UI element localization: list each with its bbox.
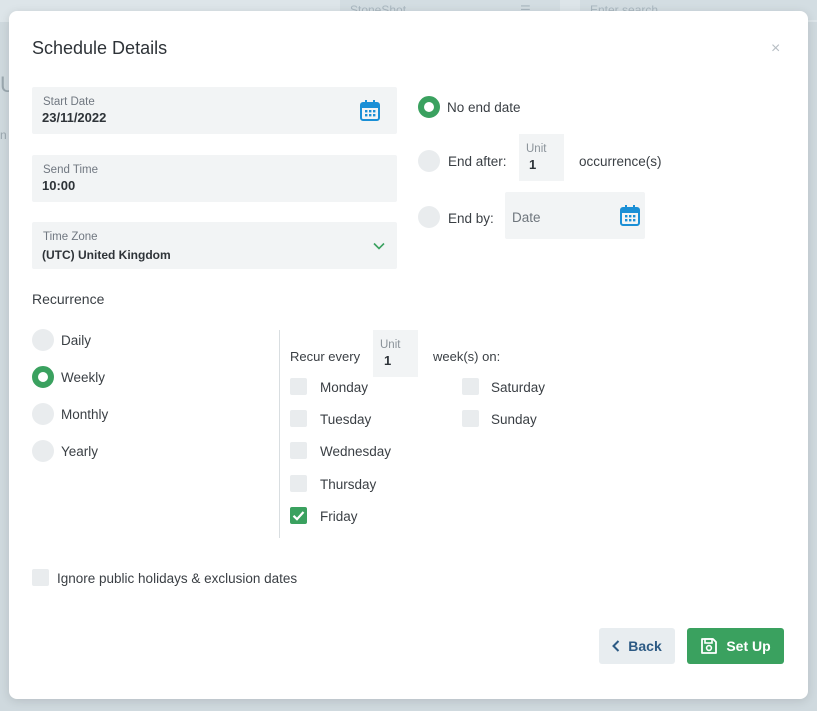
weeks-on-label: week(s) on: (433, 349, 501, 364)
no-end-date-label: No end date (447, 100, 521, 115)
end-by-radio[interactable] (418, 206, 440, 228)
modal-title: Schedule Details (32, 38, 168, 58)
send-time-value: 10:00 (42, 178, 76, 193)
schedule-details-modal: Schedule Details × Start Date 23/11/2022… (9, 11, 808, 699)
ignore-holidays-checkbox[interactable] (32, 569, 49, 586)
no-end-date-radio[interactable] (418, 96, 440, 118)
saturday-checkbox[interactable] (462, 378, 479, 395)
monday-label: Monday (320, 380, 369, 395)
wednesday-checkbox[interactable] (290, 442, 307, 459)
back-button[interactable]: Back (599, 628, 675, 664)
set-up-button-label: Set Up (726, 638, 771, 654)
close-icon[interactable]: × (771, 40, 780, 58)
calendar-icon[interactable] (620, 205, 640, 226)
recurrence-yearly-radio[interactable] (32, 440, 54, 462)
friday-label: Friday (320, 509, 358, 524)
friday-checkbox[interactable] (290, 507, 307, 524)
end-by-label: End by: (448, 211, 494, 226)
save-icon (701, 638, 718, 654)
recur-every-unit-label: Unit (380, 339, 401, 351)
chevron-down-icon[interactable] (373, 242, 385, 250)
end-after-unit-value: 1 (529, 157, 537, 172)
saturday-label: Saturday (491, 380, 546, 395)
wednesday-label: Wednesday (320, 444, 392, 459)
start-date-field[interactable]: Start Date 23/11/2022 (32, 87, 397, 134)
recur-every-unit-input[interactable]: Unit 1 (373, 330, 418, 377)
tuesday-label: Tuesday (320, 412, 372, 427)
sunday-label: Sunday (491, 412, 537, 427)
end-after-label: End after: (448, 154, 507, 169)
chevron-left-icon (612, 640, 620, 652)
end-by-date-placeholder: Date (512, 210, 541, 225)
end-after-unit-label: Unit (526, 143, 547, 155)
time-zone-label: Time Zone (43, 231, 98, 243)
back-button-label: Back (628, 638, 662, 654)
occurrences-label: occurrence(s) (579, 154, 662, 169)
sunday-checkbox[interactable] (462, 410, 479, 427)
tuesday-checkbox[interactable] (290, 410, 307, 427)
monday-checkbox[interactable] (290, 378, 307, 395)
thursday-checkbox[interactable] (290, 475, 307, 492)
recurrence-weekly-radio[interactable] (32, 366, 54, 388)
checkmark-icon (292, 511, 305, 521)
recurrence-heading: Recurrence (32, 291, 105, 307)
send-time-field[interactable]: Send Time 10:00 (32, 155, 397, 202)
recur-every-label: Recur every (290, 349, 361, 364)
background-text-fragment: n (0, 128, 7, 142)
time-zone-select[interactable]: Time Zone (UTC) United Kingdom (32, 222, 397, 269)
thursday-label: Thursday (320, 477, 377, 492)
recurrence-daily-radio[interactable] (32, 329, 54, 351)
recurrence-weekly-label: Weekly (61, 370, 106, 385)
recurrence-monthly-radio[interactable] (32, 403, 54, 425)
recur-every-unit-value: 1 (384, 353, 392, 368)
end-after-unit-input[interactable]: Unit 1 (519, 134, 564, 181)
set-up-button[interactable]: Set Up (687, 628, 784, 664)
end-after-radio[interactable] (418, 150, 440, 172)
time-zone-value: (UTC) United Kingdom (42, 248, 171, 262)
recurrence-monthly-label: Monthly (61, 407, 109, 422)
recurrence-divider (279, 330, 280, 538)
ignore-holidays-label: Ignore public holidays & exclusion dates (57, 571, 298, 586)
start-date-label: Start Date (43, 96, 95, 108)
end-by-date-input[interactable]: Date (505, 192, 645, 239)
send-time-label: Send Time (43, 164, 98, 176)
recurrence-daily-label: Daily (61, 333, 92, 348)
recurrence-yearly-label: Yearly (61, 444, 99, 459)
calendar-icon[interactable] (360, 100, 380, 121)
start-date-value: 23/11/2022 (42, 110, 107, 125)
